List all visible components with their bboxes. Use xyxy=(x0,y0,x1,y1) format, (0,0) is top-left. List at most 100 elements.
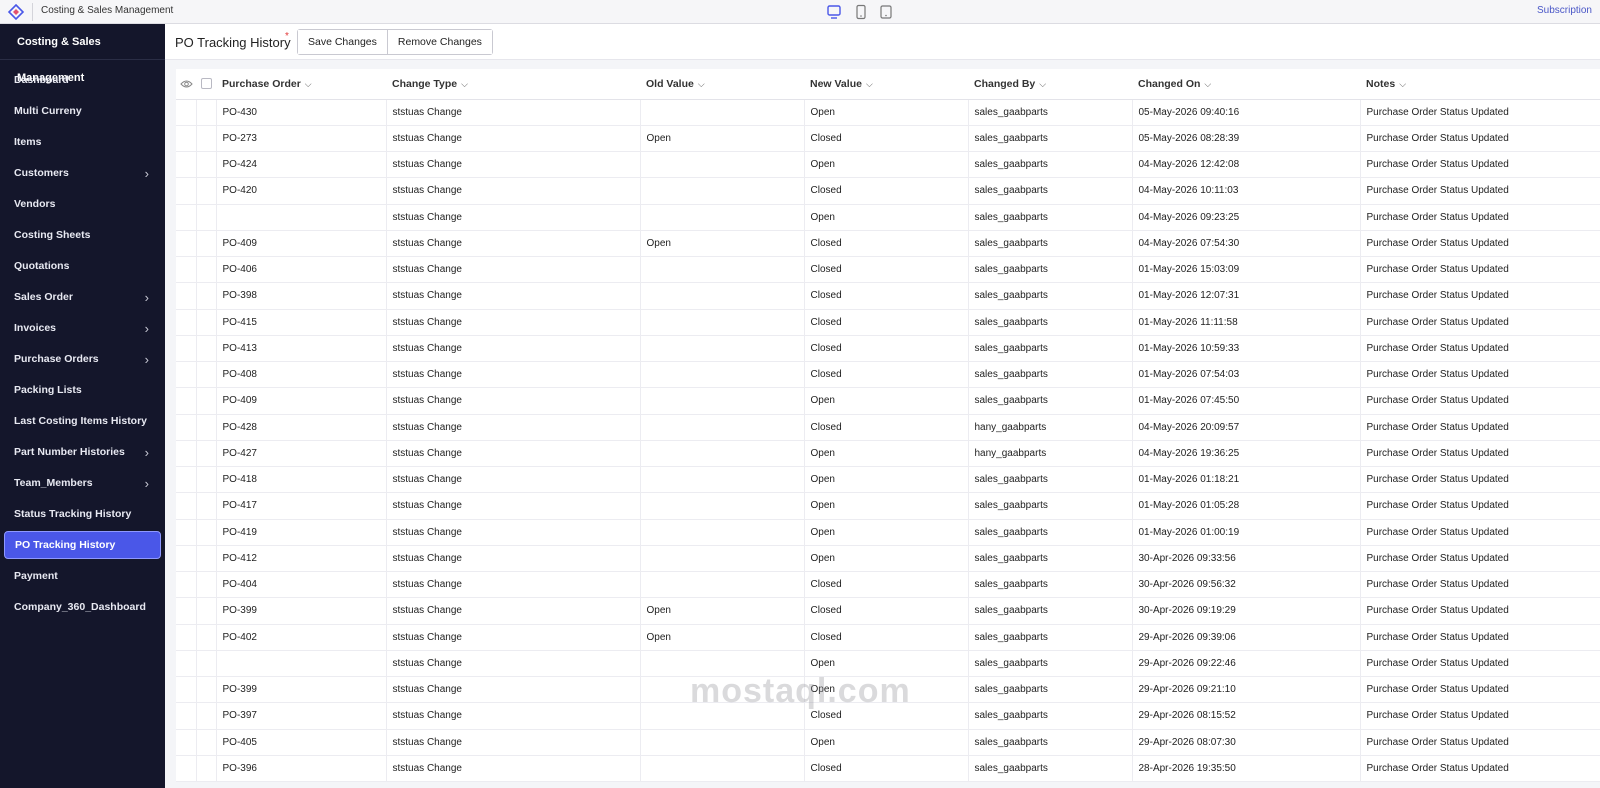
row-select-cell[interactable] xyxy=(195,99,216,126)
sidebar-item-quotations[interactable]: Quotations xyxy=(4,251,161,282)
mobile-view-icon[interactable] xyxy=(878,4,894,20)
chevron-down-icon[interactable]: ⌵ xyxy=(461,79,468,89)
row-select-cell[interactable] xyxy=(195,204,216,231)
chevron-right-icon[interactable]: › xyxy=(145,282,149,313)
select-all-checkbox[interactable] xyxy=(200,78,212,90)
column-header-changed-on[interactable]: Changed On ⌵ xyxy=(1132,69,1360,100)
column-header-changed-by[interactable]: Changed By ⌵ xyxy=(968,69,1132,100)
table-row[interactable]: PO-427 ststuas Change Open hany_gaabparts 04… xyxy=(176,440,1600,468)
sidebar-item-multi-curreny[interactable]: Multi Curreny xyxy=(4,96,161,127)
tablet-view-icon[interactable] xyxy=(853,4,869,20)
sidebar-item-company-360-dashboard[interactable]: Company_360_Dashboard xyxy=(4,592,161,623)
table-row[interactable]: PO-419 ststuas Change Open sales_gaabparts 0… xyxy=(176,519,1600,546)
column-header-notes[interactable]: Notes ⌵ xyxy=(1360,69,1600,100)
table-row[interactable]: PO-412 ststuas Change Open sales_gaabparts 3… xyxy=(176,545,1600,573)
sidebar-item-po-tracking-history[interactable]: PO Tracking History xyxy=(4,531,161,559)
table-row[interactable]: PO-428 ststuas Change Closed hany_gaabparts… xyxy=(176,414,1600,441)
column-header-new-value[interactable]: New Value ⌵ xyxy=(804,69,968,100)
chevron-down-icon[interactable]: ⌵ xyxy=(1399,79,1406,89)
row-select-cell[interactable] xyxy=(195,466,216,494)
row-select-cell[interactable] xyxy=(195,335,216,363)
chevron-right-icon[interactable]: › xyxy=(145,344,149,375)
row-select-cell[interactable] xyxy=(195,282,216,310)
table-row[interactable]: PO-430 ststuas Change Open sales_gaabparts 0… xyxy=(176,99,1600,126)
chevron-down-icon[interactable]: ⌵ xyxy=(1039,79,1046,89)
sidebar-item-payment[interactable]: Payment xyxy=(4,561,161,592)
table-row[interactable]: PO-398 ststuas Change Closed sales_gaabpart… xyxy=(176,282,1600,310)
row-select-cell[interactable] xyxy=(195,597,216,625)
table-row[interactable]: PO-402 ststuas Change Open Closed sales_gaab… xyxy=(176,624,1600,651)
row-select-cell[interactable] xyxy=(195,492,216,520)
row-select-cell[interactable] xyxy=(195,650,216,678)
sidebar-item-purchase-orders[interactable]: Purchase Orders › xyxy=(4,344,161,375)
select-all-header[interactable] xyxy=(196,69,216,100)
table-row[interactable]: PO-424 ststuas Change Open sales_gaabparts 0… xyxy=(176,151,1600,179)
table-row[interactable]: PO-418 ststuas Change Open sales_gaabparts 0… xyxy=(176,466,1600,494)
table-row[interactable]: PO-405 ststuas Change Open sales_gaabparts 2… xyxy=(176,729,1600,756)
row-select-cell[interactable] xyxy=(195,702,216,730)
table-row[interactable]: PO-406 ststuas Change Closed sales_gaabpart… xyxy=(176,256,1600,284)
table-row[interactable]: PO-404 ststuas Change Closed sales_gaabpart… xyxy=(176,571,1600,599)
row-select-cell[interactable] xyxy=(195,571,216,599)
row-select-cell[interactable] xyxy=(195,177,216,205)
chevron-right-icon[interactable]: › xyxy=(145,437,149,468)
sidebar-item-customers[interactable]: Customers › xyxy=(4,158,161,189)
table-row[interactable]: PO-420 ststuas Change Closed sales_gaabpart… xyxy=(176,177,1600,205)
chevron-right-icon[interactable]: › xyxy=(145,313,149,344)
sidebar-item-packing-lists[interactable]: Packing Lists xyxy=(4,375,161,406)
sidebar-item-part-number-histories[interactable]: Part Number Histories › xyxy=(4,437,161,468)
table-row[interactable]: PO-415 ststuas Change Closed sales_gaabpart… xyxy=(176,309,1600,336)
row-select-cell[interactable] xyxy=(195,125,216,153)
sidebar-item-last-costing-items-history[interactable]: Last Costing Items History xyxy=(4,406,161,437)
table-row[interactable]: PO-399 ststuas Change Open sales_gaabparts 2… xyxy=(176,676,1600,704)
sidebar-item-status-tracking-history[interactable]: Status Tracking History xyxy=(4,499,161,530)
row-select-cell[interactable] xyxy=(195,387,216,415)
table-row[interactable]: PO-397 ststuas Change Closed sales_gaabpart… xyxy=(176,702,1600,730)
sidebar-item-costing-sheets[interactable]: Costing Sheets xyxy=(4,220,161,251)
row-select-cell[interactable] xyxy=(195,676,216,704)
row-select-cell[interactable] xyxy=(195,440,216,468)
table-row[interactable]: PO-399 ststuas Change Open Closed sales_gaab… xyxy=(176,597,1600,625)
save-changes-button[interactable]: Save Changes xyxy=(298,30,387,54)
sidebar-item-vendors[interactable]: Vendors xyxy=(4,189,161,220)
table-row[interactable]: PO-408 ststuas Change Closed sales_gaabpart… xyxy=(176,361,1600,389)
table-row[interactable]: ststuas Change Open sales_gaabparts 04-May-… xyxy=(176,204,1600,231)
column-visibility-toggle[interactable] xyxy=(176,69,196,100)
row-select-cell[interactable] xyxy=(195,755,216,783)
row-select-cell[interactable] xyxy=(195,545,216,573)
sidebar-item-items[interactable]: Items xyxy=(4,127,161,158)
table-row[interactable]: PO-396 ststuas Change Closed sales_gaabpart… xyxy=(176,755,1600,783)
table-row[interactable]: PO-413 ststuas Change Closed sales_gaabpart… xyxy=(176,335,1600,363)
eye-icon[interactable] xyxy=(179,79,193,89)
sidebar-item-sales-order[interactable]: Sales Order › xyxy=(4,282,161,313)
row-select-cell[interactable] xyxy=(195,624,216,651)
table-row[interactable]: ststuas Change Open sales_gaabparts 29-Apr-… xyxy=(176,650,1600,678)
table-row[interactable]: PO-409 ststuas Change Open sales_gaabparts 0… xyxy=(176,387,1600,415)
table-row[interactable]: PO-273 ststuas Change Open Closed sales_gaab… xyxy=(176,125,1600,153)
app-logo-icon[interactable] xyxy=(7,4,25,20)
column-header-purchase-order[interactable]: Purchase Order ⌵ xyxy=(216,69,386,100)
desktop-view-icon[interactable] xyxy=(826,4,842,20)
row-select-cell[interactable] xyxy=(195,361,216,389)
row-select-cell[interactable] xyxy=(195,729,216,756)
chevron-down-icon[interactable]: ⌵ xyxy=(698,79,705,89)
chevron-down-icon[interactable]: ⌵ xyxy=(866,79,873,89)
column-header-old-value[interactable]: Old Value ⌵ xyxy=(640,69,804,100)
sidebar-item-team-members[interactable]: Team_Members › xyxy=(4,468,161,499)
row-select-cell[interactable] xyxy=(195,309,216,336)
table-row[interactable]: PO-409 ststuas Change Open Closed sales_gaab… xyxy=(176,230,1600,258)
row-select-cell[interactable] xyxy=(195,414,216,441)
remove-changes-button[interactable]: Remove Changes xyxy=(386,30,492,54)
row-select-cell[interactable] xyxy=(195,151,216,179)
chevron-right-icon[interactable]: › xyxy=(145,158,149,189)
chevron-down-icon[interactable]: ⌵ xyxy=(305,79,312,89)
column-header-change-type[interactable]: Change Type ⌵ xyxy=(386,69,640,100)
chevron-right-icon[interactable]: › xyxy=(145,468,149,499)
row-select-cell[interactable] xyxy=(195,256,216,284)
sidebar-item-dashboard[interactable]: Dashboard xyxy=(4,65,161,96)
subscription-link[interactable]: Subscription xyxy=(1537,5,1592,16)
table-row[interactable]: PO-417 ststuas Change Open sales_gaabparts 0… xyxy=(176,492,1600,520)
row-select-cell[interactable] xyxy=(195,519,216,546)
row-select-cell[interactable] xyxy=(195,230,216,258)
sidebar-item-invoices[interactable]: Invoices › xyxy=(4,313,161,344)
